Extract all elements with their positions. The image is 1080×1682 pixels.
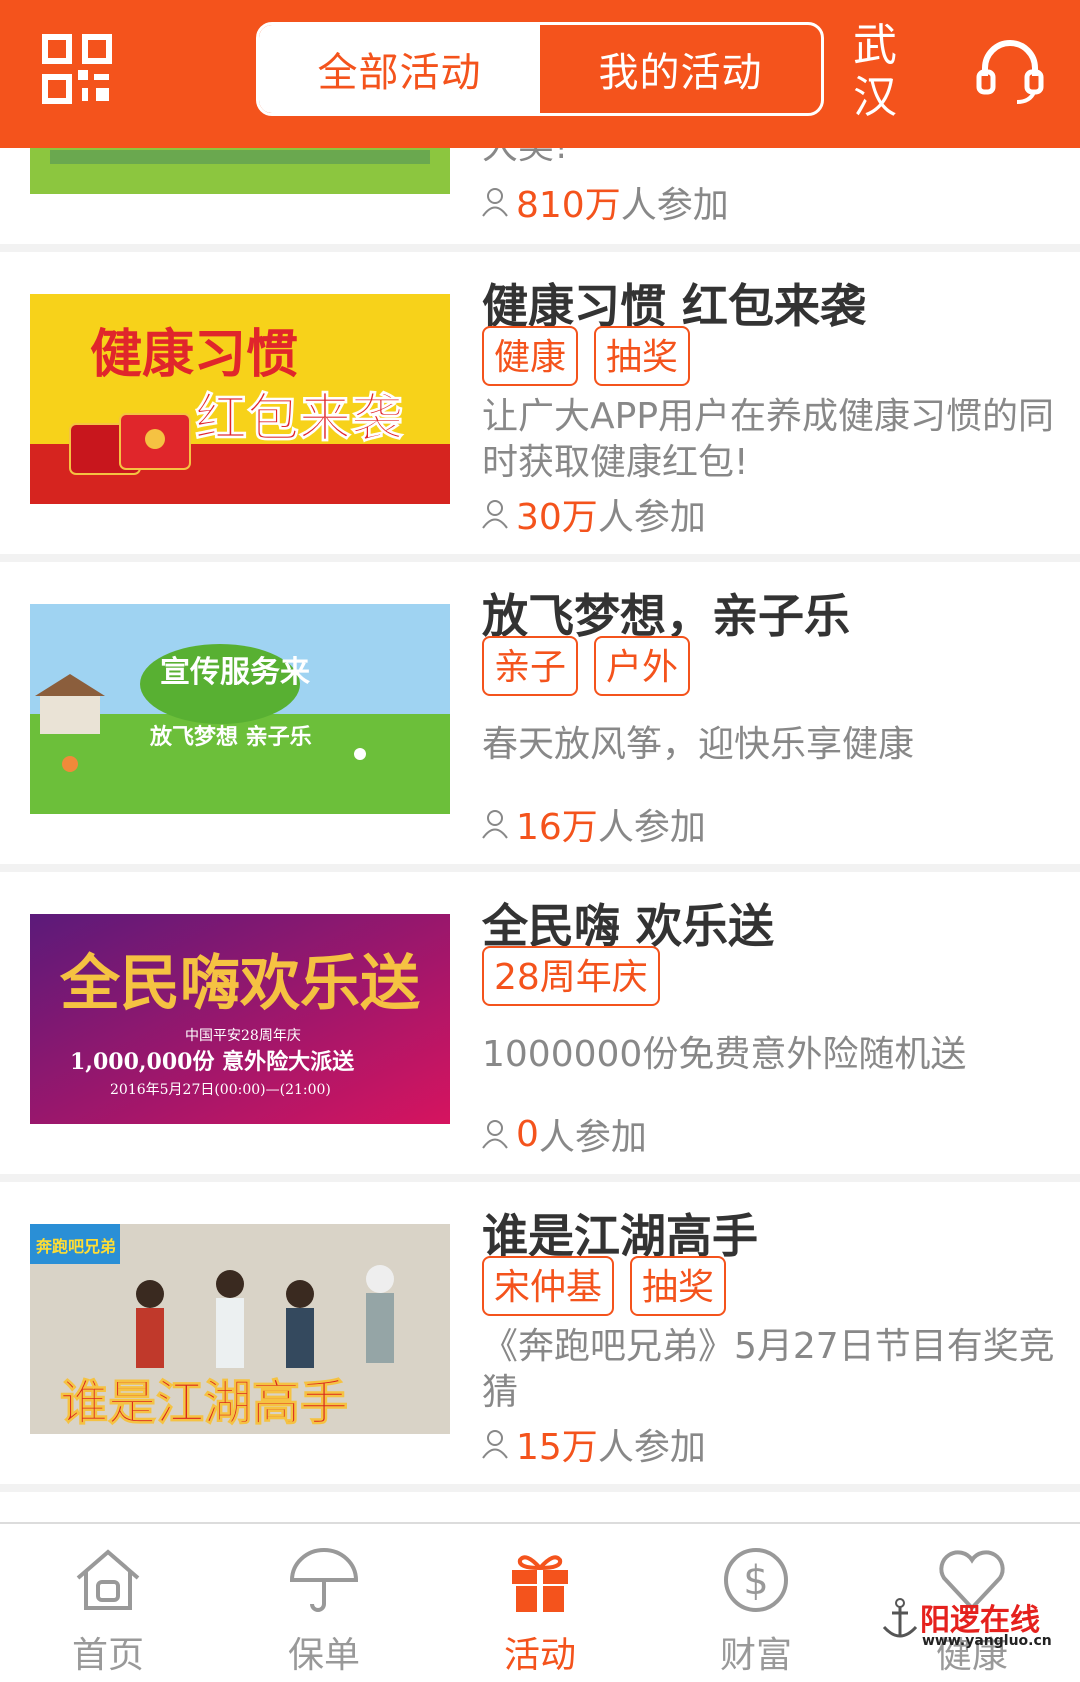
nav-policy[interactable]: 保单 [216,1524,432,1682]
activity-card-4[interactable]: 奔跑吧兄弟 谁是江湖高手 谁是江湖高手 宋仲基 抽奖 《奔跑吧兄弟》5月27日节… [0,1182,1080,1484]
watermark-url: www.yangluo.cn [922,1633,1052,1649]
person-icon [482,1430,508,1459]
activity-banner-3: 全民嗨欢乐送 中国平安28周年庆 1,000,000份 意外险大派送 2016年… [30,914,450,1124]
banner-text: 1,000,000份 意外险大派送 [70,1049,354,1075]
nav-home[interactable]: 首页 [0,1524,216,1682]
activity-banner-1: 健康习惯 红包来袭 [30,294,450,504]
watermark: 阳逻在线 www.yangluo.cn [880,1595,1080,1675]
nav-wealth[interactable]: $ 财富 [648,1524,864,1682]
tag[interactable]: 亲子 [482,636,579,696]
nav-activities[interactable]: 活动 [432,1524,648,1682]
banner-text: 中国平安28周年庆 [185,1028,301,1044]
activity-tab-switch: 全部活动 我的活动 [256,22,824,116]
person-icon [482,810,508,839]
gift-icon [512,1555,568,1612]
banner-text: 谁是江湖高手 [60,1375,348,1431]
activity-desc: 让广大APP用户在养成健康习惯的同时获取健康红包! [482,396,1055,483]
banner-text: 放飞梦想 亲子乐 [149,724,312,750]
anchor-icon [882,1598,918,1638]
activity-card-next[interactable] [0,1492,1080,1522]
tab-all-activities[interactable]: 全部活动 [259,25,540,113]
banner-text: 奔跑吧兄弟 [35,1237,116,1256]
tag[interactable]: 宋仲基 [482,1256,615,1316]
svg-text:$: $ [743,1558,768,1604]
activity-desc: 《奔跑吧兄弟》5月27日节目有奖竞猜 [482,1326,1055,1413]
tab-my-activities[interactable]: 我的活动 [540,25,821,113]
activity-tags: 亲子 户外 [482,636,691,696]
participants: 16万 人参加 [482,798,706,850]
tag[interactable]: 抽奖 [594,326,691,386]
banner-text: 2016年5月27日(00:00)—(21:00) [110,1082,331,1098]
top-bar: 全部活动 我的活动 武汉 [0,0,1080,148]
participants: 15万 人参加 [482,1418,706,1470]
city-selector[interactable]: 武汉 [845,20,905,124]
tag[interactable]: 28周年庆 [482,946,660,1006]
activity-banner-2: 宣传服务来 放飞梦想 亲子乐 [30,604,450,814]
banner-text: 红包来袭 [195,389,404,449]
participants: 30万 人参加 [482,488,706,540]
person-icon [482,188,508,217]
activity-desc: 春天放风筝，迎快乐享健康 [482,724,915,765]
activity-tags: 健康 抽奖 [482,326,691,386]
umbrella-icon [289,1548,359,1612]
participants: 810万 人参加 [482,176,729,228]
nav-label: 首页 [71,1635,144,1676]
activity-tags: 28周年庆 [482,946,660,1006]
tag[interactable]: 健康 [482,326,579,386]
person-icon [482,500,508,529]
nav-label: 财富 [719,1635,792,1676]
home-icon [76,1549,140,1610]
headset-icon[interactable] [975,36,1045,106]
banner-text: 健康习惯 [90,325,298,385]
qr-code-icon[interactable] [42,34,112,104]
activity-tags: 宋仲基 抽奖 [482,1256,727,1316]
tag[interactable]: 抽奖 [630,1256,727,1316]
person-icon [482,1120,508,1149]
activity-card-1[interactable]: 健康习惯 红包来袭 健康习惯 红包来袭 健康 抽奖 让广大APP用户在养成健康习… [0,252,1080,554]
participants: 0 人参加 [482,1108,647,1160]
banner-text: 全民嗨欢乐送 [59,949,420,1019]
banner-text: 宣传服务来 [160,655,310,690]
dollar-icon: $ [724,1548,788,1612]
tag[interactable]: 户外 [594,636,691,696]
activity-banner-4: 奔跑吧兄弟 谁是江湖高手 [30,1224,450,1434]
activity-card-3[interactable]: 全民嗨欢乐送 中国平安28周年庆 1,000,000份 意外险大派送 2016年… [0,872,1080,1174]
nav-label: 保单 [287,1635,360,1676]
activity-desc: 1000000份免费意外险随机送 [482,1034,967,1075]
nav-label: 活动 [503,1635,576,1676]
activity-card-2[interactable]: 宣传服务来 放飞梦想 亲子乐 放飞梦想，亲子乐 亲子 户外 春天放风筝，迎快乐享… [0,562,1080,864]
